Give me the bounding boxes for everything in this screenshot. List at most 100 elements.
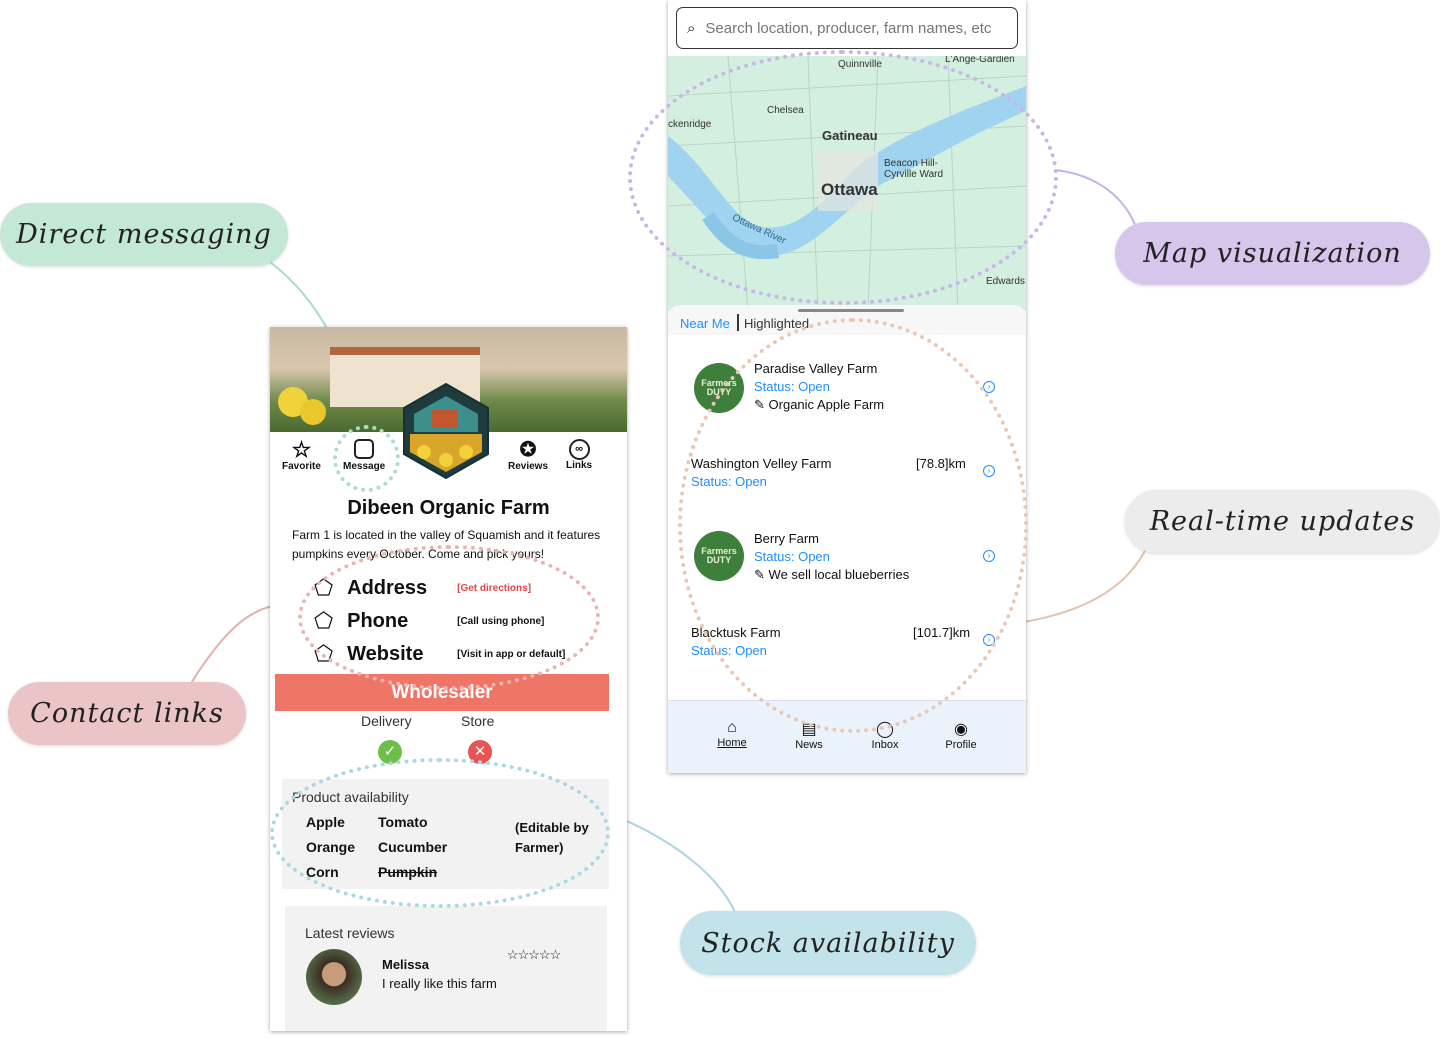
farm-status: Status: Open [754, 379, 830, 394]
nav-news[interactable]: ▤ News [779, 719, 839, 751]
drag-handle[interactable] [798, 309, 904, 312]
product-item: Tomato [378, 814, 428, 830]
map-view[interactable]: Quinnville L'Ange-Gardien Chelsea Gatine… [668, 56, 1026, 311]
check-icon: ✓ [378, 740, 402, 764]
clipboard-icon: ✎ [754, 567, 765, 582]
product-item-unavailable: Pumpkin [378, 864, 438, 880]
farm-name: Paradise Valley Farm [754, 361, 878, 376]
reviews-label: Reviews [508, 461, 549, 472]
website-icon: ⬠ [314, 641, 334, 666]
farm-status: Status: Open [691, 643, 767, 658]
tab-highlighted[interactable]: Highlighted [744, 316, 809, 331]
nav-home[interactable]: ⌂ Home [702, 719, 762, 749]
search-input[interactable] [705, 19, 1001, 37]
award-icon: ✪ [519, 439, 537, 461]
farm-note: Organic Apple Farm [768, 397, 885, 412]
search-bar[interactable]: ⌕ [676, 7, 1018, 49]
contact-label: Phone [347, 609, 409, 632]
location-pin-icon: ⬠ [314, 575, 334, 600]
link-icon: ∞ [568, 439, 590, 460]
map-label: ckenridge [668, 119, 712, 130]
chevron-right-icon[interactable]: › [983, 465, 995, 477]
nav-label: Home [717, 737, 747, 749]
review-text: I really like this farm [382, 976, 497, 991]
links-label: Links [566, 460, 593, 471]
farm-note: We sell local blueberries [768, 567, 910, 582]
map-label: Ottawa [821, 180, 878, 199]
call-phone-link[interactable]: [Call using phone] [457, 616, 544, 627]
phone-icon: ⬠ [314, 608, 334, 633]
map-label: Gatineau [822, 128, 878, 143]
farm-name: Berry Farm [754, 531, 819, 546]
farm-status: Status: Open [754, 549, 830, 564]
profile-icon: ◉ [954, 721, 968, 738]
product-availability-title: Product availability [292, 789, 409, 805]
wholesaler-banner: Wholesaler [275, 674, 609, 711]
get-directions-link[interactable]: [Get directions] [457, 583, 531, 594]
latest-reviews-title: Latest reviews [305, 925, 395, 941]
chevron-right-icon[interactable]: › [983, 634, 995, 646]
clipboard-icon: ✎ [754, 397, 765, 412]
callout-direct-messaging: Direct messaging [0, 203, 288, 266]
visit-website-link[interactable]: [Visit in app or default] [457, 649, 565, 660]
links-button[interactable]: ∞ Links [566, 439, 592, 471]
contact-phone[interactable]: ⬠ Phone [Call using phone] [314, 608, 544, 634]
message-icon [354, 439, 375, 459]
home-icon: ⌂ [727, 719, 737, 736]
map-label: L'Ange-Gardien [945, 56, 1015, 65]
farm-name: Dibeen Organic Farm [347, 497, 550, 519]
product-availability-panel: Product availability Apple Tomato Orange… [282, 779, 609, 889]
farm-list-item[interactable]: Farmers DUTY Berry Farm Status: Open ✎ W… [668, 530, 1025, 590]
reviews-button[interactable]: ✪ Reviews [508, 439, 548, 472]
map-screen: Quinnville L'Ange-Gardien Chelsea Gatine… [668, 0, 1026, 773]
map-label: Chelsea [767, 105, 804, 116]
farm-logo: Farmers DUTY [694, 363, 744, 413]
farm-name: Blacktusk Farm [691, 625, 781, 640]
tab-near-me[interactable]: Near Me [680, 316, 730, 331]
message-label: Message [343, 461, 386, 472]
nav-label: Profile [945, 739, 977, 751]
nav-inbox[interactable]: ◯ Inbox [855, 719, 915, 751]
lemon-image [300, 399, 326, 425]
farm-list-item[interactable]: Farmers DUTY Paradise Valley Farm Status… [668, 360, 1025, 420]
contact-label: Address [347, 576, 428, 599]
product-item: Corn [306, 864, 339, 880]
delivery-label: Delivery [361, 713, 412, 729]
editable-note: (Editable by Farmer) [515, 820, 589, 855]
contact-website[interactable]: ⬠ Website [Visit in app or default] [314, 641, 565, 667]
search-icon: ⌕ [687, 19, 696, 37]
farm-logo [403, 382, 489, 480]
map-label: Edwards [986, 276, 1025, 287]
nav-profile[interactable]: ◉ Profile [931, 719, 991, 751]
farm-list-item[interactable]: Blacktusk Farm Status: Open [101.7]km › [668, 624, 1025, 664]
chat-icon: ◯ [876, 721, 894, 738]
cross-icon: ✕ [468, 740, 492, 764]
product-item: Apple [306, 814, 345, 830]
bottom-nav: ⌂ Home ▤ News ◯ Inbox ◉ Profile [668, 700, 1026, 773]
contact-label: Website [347, 642, 424, 665]
star-icon: ☆ [291, 437, 312, 462]
product-item: Orange [306, 839, 356, 855]
farm-distance: [78.8]km [916, 456, 966, 471]
list-tabs: Near Me Highlighted [668, 305, 1026, 335]
product-item: Cucumber [378, 839, 448, 855]
chevron-right-icon[interactable]: › [983, 381, 995, 393]
farm-list-item[interactable]: Washington Velley Farm Status: Open [78.… [668, 455, 1025, 495]
message-button[interactable]: Message [343, 439, 385, 472]
farm-description: Farm 1 is located in the valley of Squam… [292, 528, 601, 561]
map-label: Beacon Hill-Cyrville Ward [884, 158, 944, 180]
nav-label: Inbox [871, 739, 899, 751]
chevron-right-icon[interactable]: › [983, 550, 995, 562]
contact-address[interactable]: ⬠ Address [Get directions] [314, 575, 531, 601]
news-icon: ▤ [801, 721, 817, 738]
callout-contact-links: Contact links [8, 682, 246, 745]
map-label: Quinnville [838, 59, 882, 70]
star-rating: ☆☆☆☆☆ [507, 947, 561, 962]
farm-distance: [101.7]km [913, 625, 971, 640]
nav-label: News [795, 739, 823, 751]
callout-real-time-updates: Real-time updates [1125, 490, 1440, 553]
callout-map-visualization: Map visualization [1115, 222, 1430, 285]
farm-status: Status: Open [691, 474, 767, 489]
favorite-button[interactable]: ☆ Favorite [282, 437, 321, 473]
reviewer-name: Melissa [382, 957, 429, 972]
